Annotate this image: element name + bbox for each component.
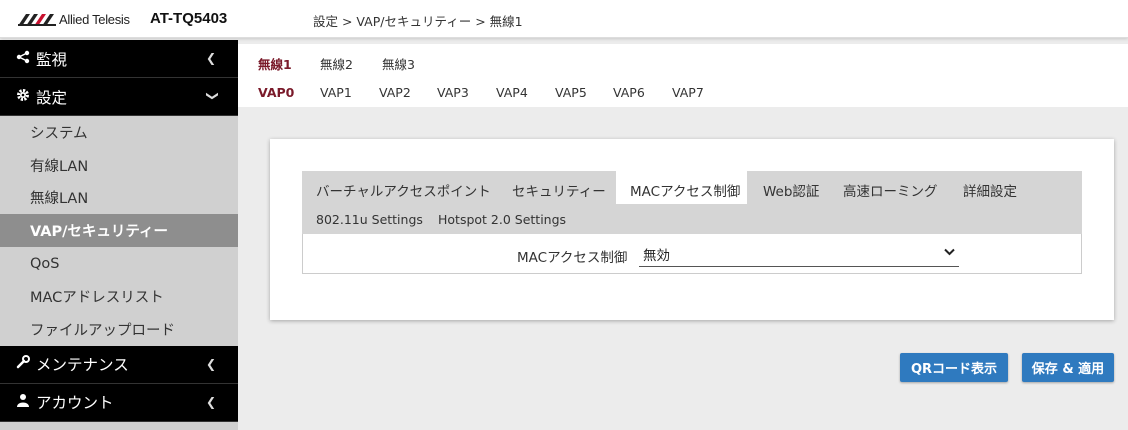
select-value: 無効: [643, 248, 670, 264]
tab-vap4[interactable]: VAP4: [496, 85, 528, 100]
tab-vap7[interactable]: VAP7: [672, 85, 704, 100]
tab-virtual-access-point[interactable]: バーチャルアクセスポイント: [316, 180, 491, 200]
tab-vap3[interactable]: VAP3: [437, 85, 469, 100]
sidebar-section-account[interactable]: アカウント ❮: [0, 383, 238, 422]
sidebar-item-wireless-lan[interactable]: 無線LAN: [0, 182, 238, 215]
tab-hotspot-settings[interactable]: Hotspot 2.0 Settings: [438, 212, 566, 227]
gear-icon: [15, 88, 31, 106]
chevron-down-icon: ❮: [203, 90, 218, 102]
sidebar: 監視 ❮ 設定 ❮ システム 有線LAN 無線LAN VAP/セキュリティー Q…: [0, 40, 238, 430]
logo-mark-icon: [18, 13, 56, 26]
tab-radio-2[interactable]: 無線2: [320, 54, 353, 73]
wrench-icon: [15, 355, 31, 373]
sidebar-item-wired-lan[interactable]: 有線LAN: [0, 149, 238, 182]
qr-code-button[interactable]: QRコード表示: [900, 353, 1008, 382]
sidebar-item-file-upload[interactable]: ファイルアップロード: [0, 313, 238, 346]
tab-vap1[interactable]: VAP1: [320, 85, 352, 100]
tab-vap6[interactable]: VAP6: [613, 85, 645, 100]
sidebar-section-label: メンテナンス: [36, 356, 129, 375]
tab-content: MACアクセス制御 無効: [302, 234, 1082, 274]
sidebar-section-label: 設定: [36, 88, 68, 107]
top-header: Allied Telesis AT-TQ5403 設定 > VAP/セキュリティ…: [0, 0, 1128, 38]
tab-vap5[interactable]: VAP5: [555, 85, 587, 100]
sidebar-item-vap-security[interactable]: VAP/セキュリティー: [0, 214, 238, 248]
tab-bar: 無線1 無線2 無線3 VAP0 VAP1 VAP2 VAP3 VAP4 VAP…: [238, 44, 1128, 107]
logo-text: Allied Telesis: [59, 12, 130, 27]
sidebar-item-qos[interactable]: QoS: [0, 247, 238, 280]
allied-telesis-logo: Allied Telesis: [18, 12, 130, 27]
breadcrumb: 設定 > VAP/セキュリティー > 無線1: [313, 14, 523, 29]
tab-mac-access-control[interactable]: MACアクセス制御: [616, 171, 747, 204]
mac-access-control-label: MACアクセス制御: [517, 250, 628, 266]
tab-80211u-settings[interactable]: 802.11u Settings: [316, 212, 423, 227]
sidebar-item-system[interactable]: システム: [0, 116, 238, 149]
sidebar-item-mac-address-list[interactable]: MACアドレスリスト: [0, 280, 238, 313]
chevron-left-icon: ❮: [205, 51, 216, 65]
tab-vap0[interactable]: VAP0: [258, 85, 294, 100]
chevron-left-icon: ❮: [205, 356, 216, 371]
settings-card: バーチャルアクセスポイント セキュリティー MACアクセス制御 Web認証 高速…: [270, 139, 1114, 320]
sidebar-section-monitor[interactable]: 監視 ❮: [0, 40, 238, 78]
tab-fast-roaming[interactable]: 高速ローミング: [843, 180, 938, 200]
tab-radio-1[interactable]: 無線1: [258, 54, 292, 73]
tab-label: MACアクセス制御: [630, 184, 741, 200]
tab-web-auth[interactable]: Web認証: [763, 180, 819, 200]
chevron-left-icon: ❮: [205, 394, 216, 409]
share-icon: [15, 50, 31, 68]
tab-radio-3[interactable]: 無線3: [382, 54, 415, 73]
tab-security[interactable]: セキュリティー: [512, 180, 606, 200]
main-content: 無線1 無線2 無線3 VAP0 VAP1 VAP2 VAP3 VAP4 VAP…: [238, 40, 1128, 430]
sidebar-section-label: 監視: [36, 50, 68, 69]
model-name: AT-TQ5403: [150, 10, 228, 27]
tab-advanced-settings[interactable]: 詳細設定: [963, 180, 1017, 200]
tab-vap2[interactable]: VAP2: [379, 85, 411, 100]
user-icon: [15, 393, 31, 411]
sidebar-section-settings[interactable]: 設定 ❮: [0, 78, 238, 116]
inner-tab-bar: バーチャルアクセスポイント セキュリティー MACアクセス制御 Web認証 高速…: [302, 171, 1082, 234]
save-apply-button[interactable]: 保存 & 適用: [1022, 353, 1114, 382]
chevron-down-icon: [944, 246, 955, 259]
sidebar-section-maintenance[interactable]: メンテナンス ❮: [0, 345, 238, 384]
sidebar-section-label: アカウント: [36, 394, 114, 413]
mac-access-control-select[interactable]: 無効: [639, 240, 959, 267]
